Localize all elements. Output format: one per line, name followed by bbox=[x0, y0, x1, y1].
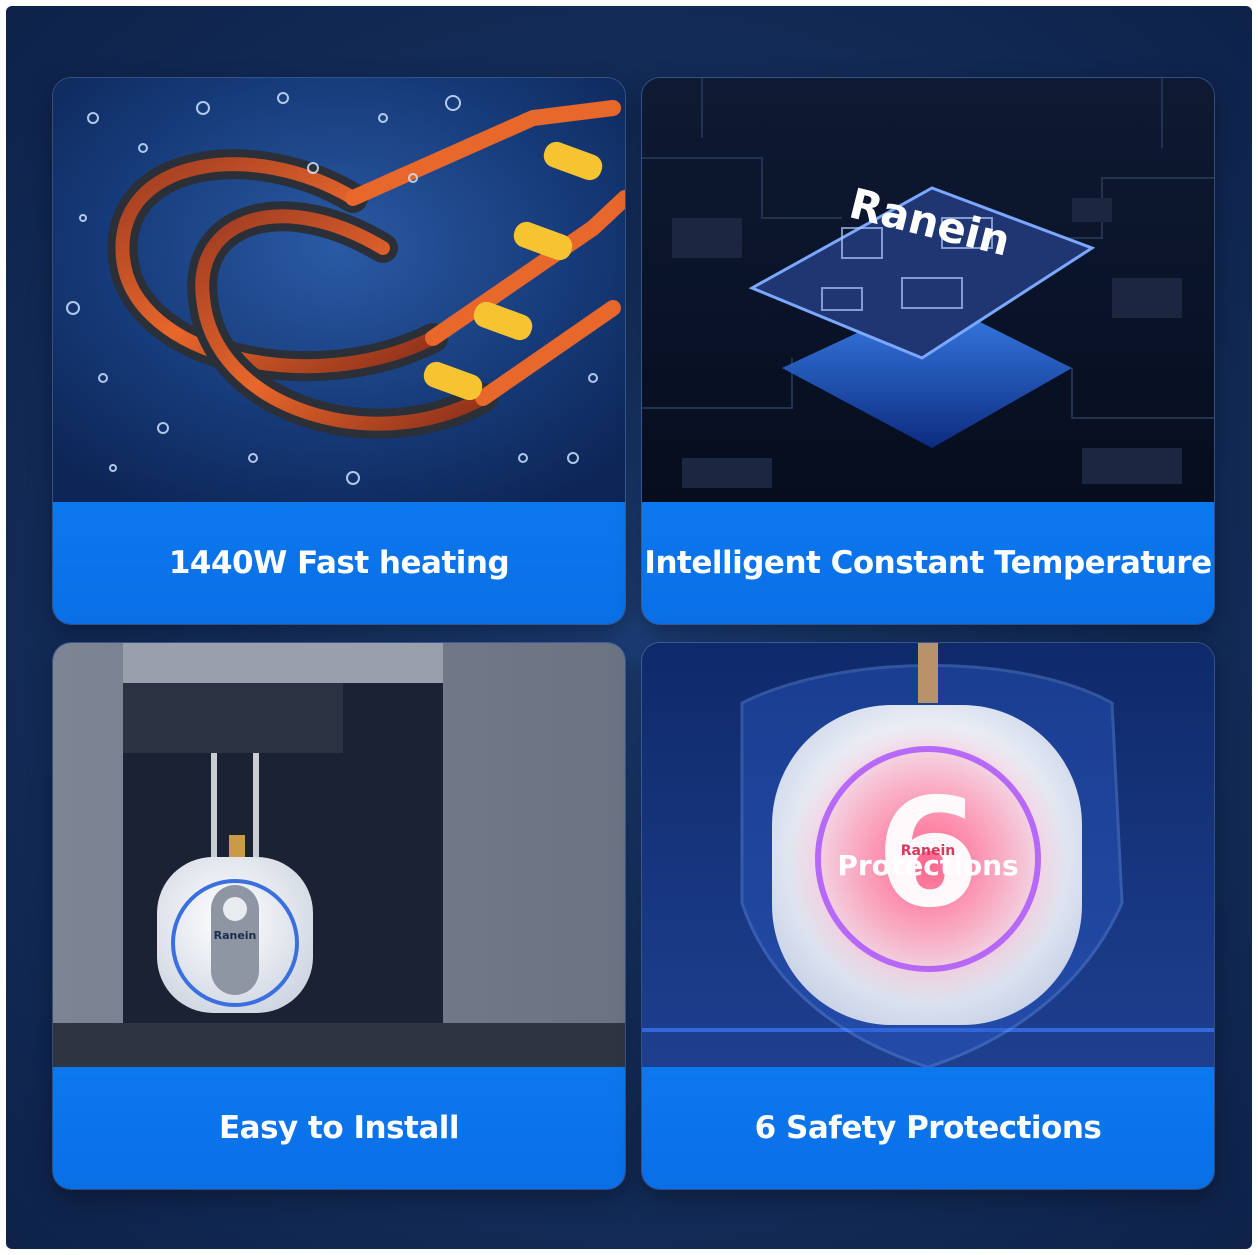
feature-label-band: 6 Safety Protections bbox=[642, 1067, 1214, 1189]
feature-card-constant-temperature: Ranein Intelligent Constant Temperature bbox=[642, 78, 1214, 624]
feature-label: 6 Safety Protections bbox=[754, 1110, 1102, 1146]
shield-protection-image: 6 Ranein Protections bbox=[642, 643, 1214, 1067]
chip-image: Ranein bbox=[642, 78, 1214, 502]
feature-label-band: Intelligent Constant Temperature bbox=[642, 502, 1214, 624]
feature-label: Intelligent Constant Temperature bbox=[644, 545, 1212, 581]
feature-grid: 1440W Fast heating Ranein Intelligent Co… bbox=[6, 6, 1252, 1249]
heater-logo: Ranein bbox=[214, 929, 257, 942]
water-heater-under-sink-image: Ranein bbox=[53, 643, 625, 1067]
feature-label: Easy to Install bbox=[218, 1110, 460, 1146]
feature-label: 1440W Fast heating bbox=[168, 545, 510, 581]
badge-text: Protections bbox=[837, 849, 1018, 882]
feature-label-band: Easy to Install bbox=[53, 1067, 625, 1189]
feature-card-easy-install: Ranein Easy to Install bbox=[53, 643, 625, 1189]
feature-card-safety-protections: 6 Ranein Protections 6 Safety Protection… bbox=[642, 643, 1214, 1189]
feature-label-band: 1440W Fast heating bbox=[53, 502, 625, 624]
feature-card-fast-heating: 1440W Fast heating bbox=[53, 78, 625, 624]
heating-element-image bbox=[53, 78, 625, 502]
